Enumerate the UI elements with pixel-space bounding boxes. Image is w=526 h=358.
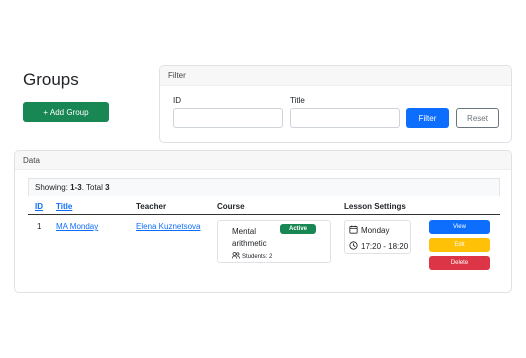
course-card: Mental arithmetic Active Students: 2 [217, 220, 331, 263]
lesson-day-label: Monday [361, 226, 390, 235]
results-summary-prefix: Showing: [35, 183, 71, 192]
delete-button[interactable]: Delete [429, 256, 490, 270]
filter-card: Filter ID Title Filter Reset [159, 65, 512, 143]
row-title-link[interactable]: MA Monday [56, 222, 98, 231]
row-id: 1 [37, 222, 42, 231]
column-header-course: Course [217, 202, 245, 211]
table-header-divider [28, 214, 500, 215]
id-filter-label: ID [173, 96, 181, 105]
lesson-time-label: 17:20 - 18:20 [361, 242, 409, 251]
column-header-id[interactable]: ID [35, 202, 43, 211]
title-filter-input[interactable] [290, 108, 400, 128]
column-header-teacher: Teacher [136, 202, 167, 211]
reset-button[interactable]: Reset [456, 108, 499, 128]
results-total-label: . Total [81, 183, 106, 192]
students-label: Students: 2 [242, 253, 273, 260]
clock-icon [349, 241, 358, 252]
add-group-button[interactable]: + Add Group [23, 102, 109, 122]
filter-button[interactable]: Filter [406, 108, 449, 128]
data-card: Data Showing: 1-3. Total 3 ID Title Teac… [14, 150, 512, 293]
page-title: Groups [23, 70, 79, 89]
column-header-title[interactable]: Title [56, 202, 72, 211]
edit-button[interactable]: Edit [429, 238, 490, 252]
data-card-header: Data [15, 151, 511, 170]
status-badge: Active [280, 224, 316, 234]
results-total: 3 [105, 183, 110, 192]
results-summary: Showing: 1-3. Total 3 [28, 178, 500, 196]
lesson-time: 17:20 - 18:20 [349, 241, 408, 252]
calendar-icon [349, 225, 358, 236]
lesson-settings-card: Monday 17:20 - 18:20 [344, 220, 411, 254]
results-range: 1-3 [70, 183, 82, 192]
lesson-day: Monday [349, 225, 389, 236]
row-teacher-link[interactable]: Elena Kuznetsova [136, 222, 201, 231]
students-icon [231, 252, 241, 261]
view-button[interactable]: View [429, 220, 490, 234]
course-name: Mental arithmetic [232, 227, 267, 248]
students-count: Students: 2 [231, 252, 273, 261]
title-filter-label: Title [290, 96, 305, 105]
column-header-lesson-settings: Lesson Settings [344, 202, 406, 211]
id-filter-input[interactable] [173, 108, 283, 128]
filter-card-header: Filter [160, 66, 511, 86]
